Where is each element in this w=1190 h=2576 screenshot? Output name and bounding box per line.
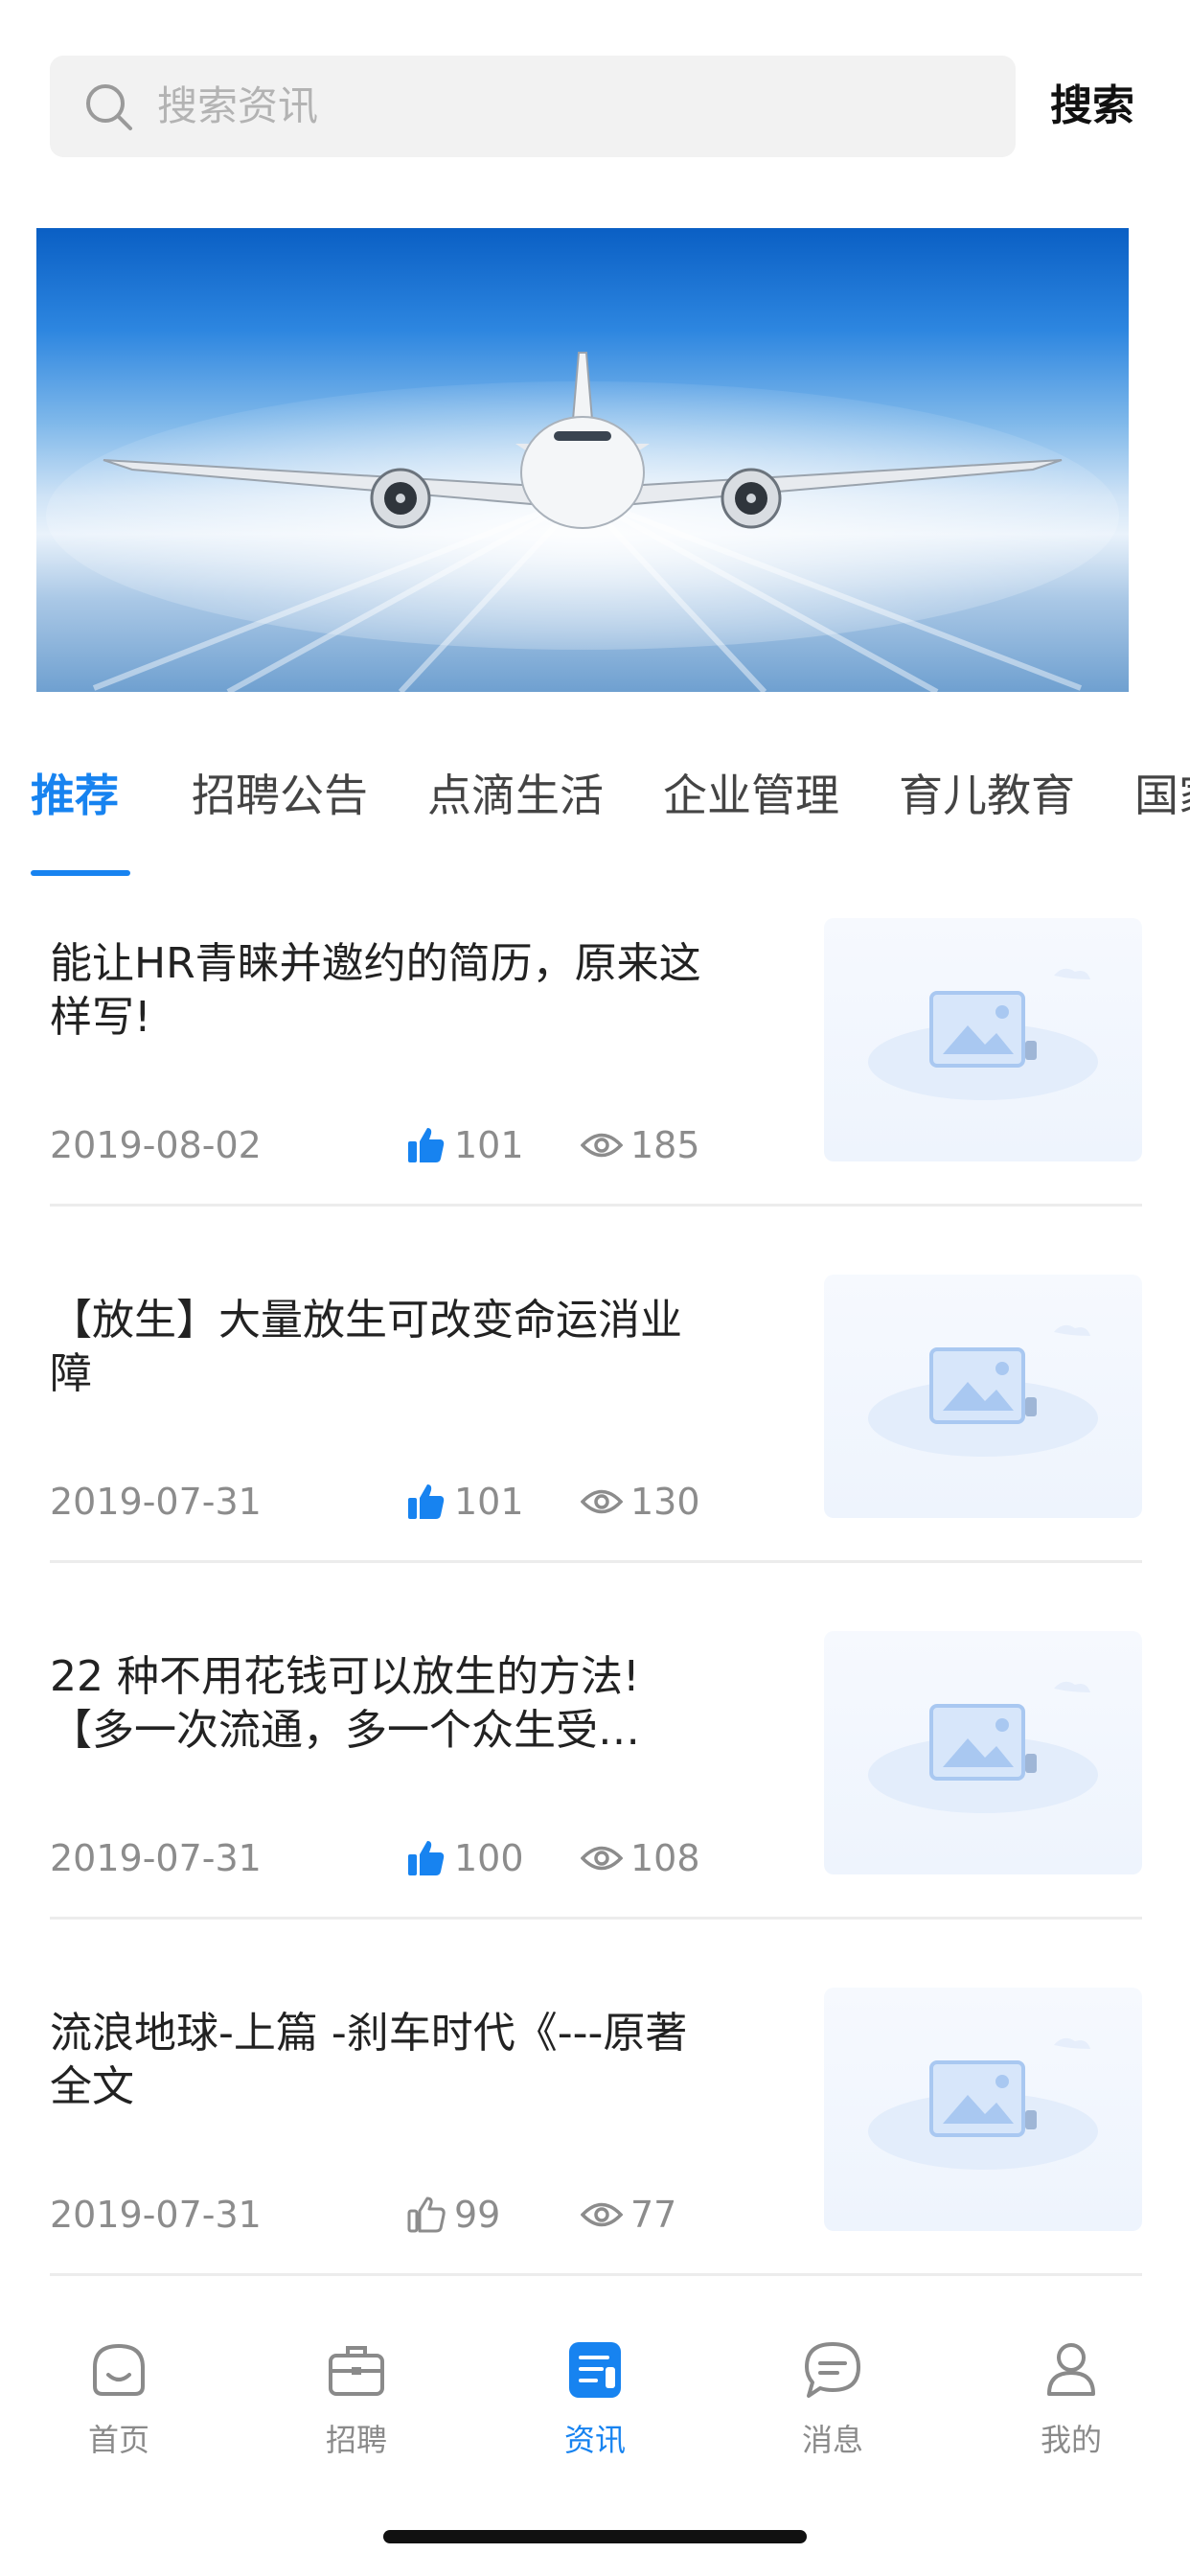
home-indicator[interactable] [383, 2530, 807, 2543]
news-icon [569, 2342, 621, 2398]
tabbar-label: 首页 [87, 2422, 149, 2458]
eye-icon [581, 1846, 623, 1871]
tabbar-item-profile[interactable]: 我的 [975, 2338, 1167, 2482]
article-item[interactable]: 流浪地球-上篇 -刹车时代《---原著全文 2019-07-31 99 77 [50, 1980, 1142, 2336]
tabbar-label: 资讯 [563, 2422, 626, 2458]
article-date: 2019-07-31 [50, 1837, 262, 1879]
like-count: 100 [454, 1837, 524, 1879]
message-icon [805, 2342, 860, 2398]
article-thumbnail [824, 1631, 1142, 1874]
tabbar-item-news[interactable]: 资讯 [499, 2338, 691, 2482]
like-count: 101 [454, 1124, 524, 1166]
tabbar-item-recruit[interactable]: 招聘 [261, 2338, 452, 2482]
article-date: 2019-08-02 [50, 1124, 262, 1166]
tabbar-item-home[interactable]: 首页 [23, 2338, 215, 2482]
tabbar-label: 招聘 [325, 2422, 387, 2458]
search-button[interactable]: 搜索 [1050, 56, 1134, 157]
tabbar-item-messages[interactable]: 消息 [737, 2338, 928, 2482]
airplane-image [46, 352, 1119, 692]
thumbs-up-filled-icon [408, 1128, 445, 1162]
banner-image[interactable] [36, 228, 1129, 692]
tab-recruitment-notice[interactable]: 招聘公告 [192, 769, 368, 822]
like-count: 101 [454, 1481, 524, 1523]
profile-icon [1047, 2343, 1095, 2396]
image-placeholder-icon [868, 2037, 1098, 2170]
view-count: 77 [630, 2194, 677, 2236]
article-thumbnail [824, 918, 1142, 1162]
tabbar-label: 消息 [801, 2422, 863, 2458]
view-count: 108 [630, 1837, 700, 1879]
tab-business-management[interactable]: 企业管理 [663, 769, 839, 822]
tabbar-label: 我的 [1040, 2422, 1102, 2458]
briefcase-icon [329, 2346, 384, 2396]
eye-icon [581, 1133, 623, 1158]
article-title: 能让HR青睐并邀约的简历，原来这样写! [50, 939, 701, 1042]
eye-icon [581, 2202, 623, 2227]
tab-national[interactable]: 国家 [1134, 769, 1190, 822]
image-placeholder-icon [868, 968, 1098, 1100]
like-count: 99 [454, 2194, 501, 2236]
image-placeholder-icon [868, 1324, 1098, 1457]
article-title: 【放生】大量放生可改变命运消业障 [50, 1296, 682, 1398]
active-tab-indicator [31, 870, 130, 876]
search-input[interactable]: 搜索资讯 [50, 56, 1016, 157]
image-placeholder-icon [868, 1681, 1098, 1813]
thumbs-up-filled-icon [408, 1841, 445, 1875]
home-icon [93, 2343, 145, 2396]
eye-icon [581, 1489, 623, 1514]
search-placeholder: 搜索资讯 [157, 82, 319, 129]
view-count: 130 [630, 1481, 700, 1523]
article-title: 22 种不用花钱可以放生的方法!【多一次流通，多一个众生受… [50, 1652, 640, 1755]
divider [50, 1204, 1142, 1207]
article-thumbnail [824, 1275, 1142, 1518]
article-date: 2019-07-31 [50, 2194, 262, 2236]
category-tabs: 推荐 招聘公告 点滴生活 企业管理 育儿教育 国家 [0, 709, 1190, 882]
article-date: 2019-07-31 [50, 1481, 262, 1523]
article-thumbnail [824, 1988, 1142, 2231]
article-item[interactable]: 【放生】大量放生可改变命运消业障 2019-07-31 101 130 [50, 1267, 1142, 1623]
view-count: 185 [630, 1124, 700, 1166]
tab-daily-life[interactable]: 点滴生活 [427, 769, 604, 822]
divider [50, 1560, 1142, 1563]
divider [50, 2273, 1142, 2276]
article-item[interactable]: 能让HR青睐并邀约的简历，原来这样写! 2019-08-02 101 185 [50, 910, 1142, 1267]
tab-recommend[interactable]: 推荐 [31, 769, 119, 822]
divider [50, 1917, 1142, 1920]
search-icon [86, 84, 132, 130]
article-item[interactable]: 22 种不用花钱可以放生的方法!【多一次流通，多一个众生受… 2019-07-3… [50, 1623, 1142, 1980]
article-title: 流浪地球-上篇 -刹车时代《---原著全文 [50, 2009, 688, 2111]
thumbs-up-outline-icon [407, 2196, 446, 2233]
tab-parenting-education[interactable]: 育儿教育 [899, 769, 1075, 822]
thumbs-up-filled-icon [408, 1484, 445, 1519]
